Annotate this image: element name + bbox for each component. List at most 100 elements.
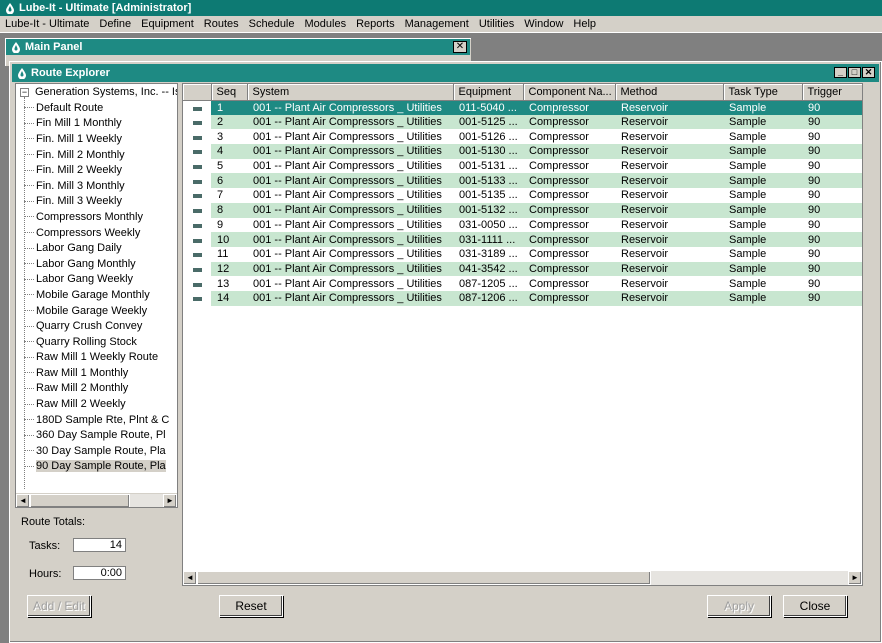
table-row[interactable]: 3 001 -- Plant Air Compressors _ Utilitie… xyxy=(183,129,862,145)
table-cell: 087-1206 ... xyxy=(453,290,523,306)
row-indicator[interactable] xyxy=(183,276,211,291)
tree-item[interactable]: Fin Mill 1 Monthly xyxy=(24,116,169,132)
reset-button[interactable]: Reset xyxy=(219,595,283,617)
tree-item[interactable]: Compressors Weekly xyxy=(24,225,169,241)
table-row[interactable]: 4 001 -- Plant Air Compressors _ Utilitie… xyxy=(183,144,862,159)
table-row[interactable]: 6 001 -- Plant Air Compressors _ Utilitie… xyxy=(183,173,862,189)
minimize-button[interactable]: _ xyxy=(834,67,847,78)
row-indicator[interactable] xyxy=(183,100,211,115)
column-header-system[interactable]: System xyxy=(247,84,454,101)
menu-item-equipment[interactable]: Equipment xyxy=(136,18,199,30)
tree-item[interactable]: Raw Mill 1 Monthly xyxy=(24,365,169,381)
scroll-right-button[interactable]: ► xyxy=(163,494,177,507)
column-header-seq[interactable]: Seq xyxy=(211,84,248,101)
task-grid[interactable]: Seq System Equipment Component Na... Method T… xyxy=(182,83,863,586)
column-header-method[interactable]: Method xyxy=(615,84,724,101)
tree-item[interactable]: Fin. Mill 3 Weekly xyxy=(24,194,169,210)
table-cell: 001-5132 ... xyxy=(453,202,523,218)
table-row[interactable]: 2 001 -- Plant Air Compressors _ Utilitie… xyxy=(183,114,862,130)
main-panel-close-button[interactable]: ✕ xyxy=(453,41,467,53)
table-row[interactable]: 13 001 -- Plant Air Compressors _ Utiliti… xyxy=(183,276,862,291)
row-indicator[interactable] xyxy=(183,246,211,262)
grid-scroll-right-button[interactable]: ► xyxy=(848,571,862,585)
maximize-button[interactable]: □ xyxy=(848,67,861,78)
row-indicator[interactable] xyxy=(183,290,211,306)
tree-item[interactable]: Mobile Garage Monthly xyxy=(24,287,169,303)
menu-item-routes[interactable]: Routes xyxy=(199,18,244,30)
tree-item[interactable]: 30 Day Sample Route, Pla xyxy=(24,443,169,459)
row-indicator[interactable] xyxy=(183,114,211,130)
scroll-left-button[interactable]: ◄ xyxy=(16,494,30,507)
menu-item-reports[interactable]: Reports xyxy=(351,18,400,30)
grid-scroll-left-button[interactable]: ◄ xyxy=(183,571,197,585)
menu-item-lube-it-ultimate[interactable]: Lube-It - Ultimate xyxy=(0,18,94,30)
scroll-thumb[interactable] xyxy=(30,494,130,507)
column-header-component-na[interactable]: Component Na... xyxy=(523,84,616,101)
row-indicator[interactable] xyxy=(183,173,211,189)
tree-item[interactable]: 360 Day Sample Route, Pl xyxy=(24,427,169,443)
row-indicator[interactable] xyxy=(183,202,211,218)
collapse-icon[interactable]: − xyxy=(20,87,29,97)
row-indicator[interactable] xyxy=(183,158,211,174)
main-panel-title-bar[interactable]: Main Panel xyxy=(6,39,470,55)
row-indicator[interactable] xyxy=(183,129,211,145)
tree-item[interactable]: Labor Gang Monthly xyxy=(24,256,169,272)
table-cell: 001 -- Plant Air Compressors _ Utilities xyxy=(247,158,453,174)
row-indicator[interactable] xyxy=(183,261,211,277)
table-row[interactable]: 9 001 -- Plant Air Compressors _ Utilitie… xyxy=(183,217,862,233)
tree-item[interactable]: Quarry Crush Convey xyxy=(24,318,169,334)
tree-item-label: Fin. Mill 2 Weekly xyxy=(36,164,122,177)
menu-item-window[interactable]: Window xyxy=(519,18,568,30)
tree-item[interactable]: Labor Gang Weekly xyxy=(24,272,169,288)
menu-item-utilities[interactable]: Utilities xyxy=(474,18,519,30)
row-indicator[interactable] xyxy=(183,188,211,203)
grid-horizontal-scrollbar[interactable]: ◄ ► xyxy=(183,571,862,585)
row-indicator[interactable] xyxy=(183,232,211,247)
tree-item[interactable]: 180D Sample Rte, Plnt & C xyxy=(24,412,169,428)
row-indicator[interactable] xyxy=(183,217,211,233)
table-cell: Sample xyxy=(723,158,802,174)
menu-item-define[interactable]: Define xyxy=(94,18,136,30)
tree-item[interactable]: Mobile Garage Weekly xyxy=(24,303,169,319)
column-header-trigger[interactable]: Trigger xyxy=(802,84,862,101)
menu-item-management[interactable]: Management xyxy=(400,18,474,30)
tree-root-label: Generation Systems, Inc. -- Is xyxy=(35,86,178,98)
table-row[interactable]: 5 001 -- Plant Air Compressors _ Utilitie… xyxy=(183,158,862,174)
table-cell: 90 xyxy=(802,100,862,115)
table-row[interactable]: 1 001 -- Plant Air Compressors _ Utilitie… xyxy=(183,100,862,115)
menu-item-help[interactable]: Help xyxy=(568,18,601,30)
table-row[interactable]: 10 001 -- Plant Air Compressors _ Utiliti… xyxy=(183,232,862,247)
tree-item-label: Default Route xyxy=(36,101,104,114)
column-header-equipment[interactable]: Equipment xyxy=(453,84,524,101)
close-dialog-button[interactable]: Close xyxy=(783,595,847,617)
tree-item[interactable]: Compressors Monthly xyxy=(24,209,169,225)
route-tree[interactable]: − Generation Systems, Inc. -- Is Default… xyxy=(15,83,178,508)
table-row[interactable]: 11 001 -- Plant Air Compressors _ Utiliti… xyxy=(183,246,862,262)
grid-scroll-thumb[interactable] xyxy=(197,571,651,585)
column-header-task-type[interactable]: Task Type xyxy=(723,84,803,101)
tree-item[interactable]: Quarry Rolling Stock xyxy=(24,334,169,350)
add-edit-button[interactable]: Add / Edit xyxy=(27,595,91,617)
tree-item[interactable]: Fin. Mill 1 Weekly xyxy=(24,131,169,147)
table-row[interactable]: 12 001 -- Plant Air Compressors _ Utiliti… xyxy=(183,261,862,277)
tree-item[interactable]: Default Route xyxy=(24,100,169,116)
table-row[interactable]: 14 001 -- Plant Air Compressors _ Utiliti… xyxy=(183,290,862,306)
table-row[interactable]: 7 001 -- Plant Air Compressors _ Utilitie… xyxy=(183,188,862,203)
row-indicator[interactable] xyxy=(183,144,211,159)
table-row[interactable]: 8 001 -- Plant Air Compressors _ Utilitie… xyxy=(183,202,862,218)
tree-item[interactable]: Fin. Mill 2 Weekly xyxy=(24,162,169,178)
menu-item-modules[interactable]: Modules xyxy=(300,18,352,30)
tree-item[interactable]: Raw Mill 1 Weekly Route xyxy=(24,350,169,366)
route-explorer-title-bar[interactable]: Route Explorer _ □ ✕ xyxy=(12,64,879,82)
tree-item[interactable]: Raw Mill 2 Monthly xyxy=(24,381,169,397)
tree-horizontal-scrollbar[interactable]: ◄ ► xyxy=(16,493,177,507)
tree-item[interactable]: Fin. Mill 3 Monthly xyxy=(24,178,169,194)
close-button[interactable]: ✕ xyxy=(862,67,875,78)
tree-item[interactable]: Raw Mill 2 Weekly xyxy=(24,396,169,412)
tree-item[interactable]: Labor Gang Daily xyxy=(24,240,169,256)
tree-item[interactable]: 90 Day Sample Route, Pla xyxy=(24,459,169,475)
tree-item[interactable]: Fin. Mill 2 Monthly xyxy=(24,147,169,163)
apply-button[interactable]: Apply xyxy=(707,595,771,617)
menu-item-schedule[interactable]: Schedule xyxy=(244,18,300,30)
tree-root[interactable]: − Generation Systems, Inc. -- Is xyxy=(20,86,178,98)
